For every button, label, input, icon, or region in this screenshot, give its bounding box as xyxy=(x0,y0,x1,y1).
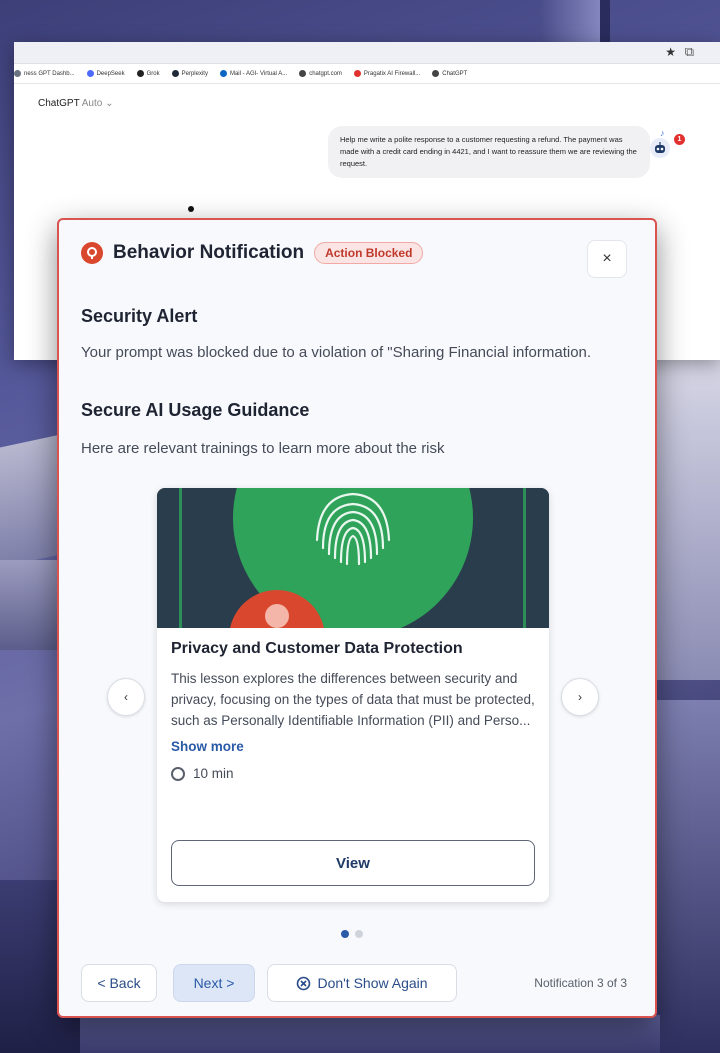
bookmark-label: Mail - AGI- Virtual A... xyxy=(229,70,288,77)
view-training-button[interactable]: View xyxy=(171,840,535,886)
model-selector[interactable]: ChatGPT Auto ⌄ xyxy=(38,98,113,109)
robot-icon xyxy=(655,142,665,153)
behavior-notification-dialog: Behavior Notification Action Blocked × S… xyxy=(57,218,657,1018)
chevron-down-icon: ⌄ xyxy=(105,98,114,109)
background-block xyxy=(0,560,60,650)
background-block xyxy=(655,360,720,680)
bookmark-label: ChatGPT xyxy=(442,70,468,77)
bookmark-label: Perplexity xyxy=(181,70,208,77)
bookmark-item[interactable]: chatgpt.com xyxy=(299,70,342,77)
address-bar[interactable]: ★ ⧉ xyxy=(14,42,720,64)
music-note-icon: ♪ xyxy=(660,128,665,138)
bookmark-item[interactable]: ChatGPT xyxy=(432,70,467,77)
bookmark-label: Pragatix AI Firewall... xyxy=(363,70,421,77)
duration-text: 10 min xyxy=(193,766,234,781)
bookmark-favicon-icon xyxy=(171,70,179,77)
training-card-body: Privacy and Customer Data Protection Thi… xyxy=(171,640,535,781)
status-badge: Action Blocked xyxy=(314,242,424,264)
bookmark-item[interactable]: Grok xyxy=(136,70,160,77)
close-button[interactable]: × xyxy=(587,240,627,278)
training-card: Privacy and Customer Data Protection Thi… xyxy=(157,488,549,902)
training-card-image xyxy=(157,488,549,628)
brand-logo-icon xyxy=(81,242,103,264)
carousel-next-button[interactable]: › xyxy=(561,678,599,716)
bookmark-star-icon[interactable]: ★ xyxy=(665,45,676,59)
chevron-left-icon: ‹ xyxy=(124,690,128,704)
bookmark-item[interactable]: ness GPT Dashb... xyxy=(14,70,75,77)
security-alert-text: Your prompt was blocked due to a violati… xyxy=(81,344,592,361)
model-name: ChatGPT xyxy=(38,98,80,109)
notification-counter: Notification 3 of 3 xyxy=(534,976,627,990)
carousel-prev-button[interactable]: ‹ xyxy=(107,678,145,716)
pagination-dot[interactable] xyxy=(341,930,349,938)
clock-icon xyxy=(171,766,185,781)
dialog-title: Behavior Notification xyxy=(113,242,305,263)
close-icon: × xyxy=(602,250,612,267)
bookmark-item[interactable]: Pragatix AI Firewall... xyxy=(353,70,421,77)
bookmark-label: ness GPT Dashb... xyxy=(24,70,75,77)
guidance-text: Here are relevant trainings to learn mor… xyxy=(81,440,445,457)
training-description: This lesson explores the differences bet… xyxy=(171,671,535,728)
bookmark-item[interactable]: Mail - AGI- Virtual A... xyxy=(219,70,288,77)
dont-show-again-button[interactable]: Don't Show Again xyxy=(267,964,457,1002)
model-mode: Auto xyxy=(81,98,103,109)
bookmark-favicon-icon xyxy=(353,70,361,77)
notification-badge: 1 xyxy=(674,134,685,145)
user-message: Help me write a polite response to a cus… xyxy=(328,126,650,178)
training-title: Privacy and Customer Data Protection xyxy=(171,640,463,657)
bookmark-favicon-icon xyxy=(14,70,21,77)
bookmark-label: Grok xyxy=(146,70,160,77)
assistant-extension-icon[interactable] xyxy=(650,138,670,158)
guidance-heading: Secure AI Usage Guidance xyxy=(81,400,310,420)
bookmark-favicon-icon xyxy=(432,70,440,77)
bookmark-label: chatgpt.com xyxy=(309,70,342,77)
mouse-cursor xyxy=(188,206,194,212)
dont-show-again-label: Don't Show Again xyxy=(317,975,428,991)
security-alert-heading: Security Alert xyxy=(81,306,198,326)
dismiss-circle-icon xyxy=(297,976,311,990)
extensions-icon[interactable]: ⧉ xyxy=(685,44,694,60)
bookmark-favicon-icon xyxy=(219,70,227,77)
pagination-dot[interactable] xyxy=(355,930,363,938)
bookmark-item[interactable]: Perplexity xyxy=(171,70,208,77)
training-duration: 10 min xyxy=(171,766,535,781)
background-floor xyxy=(80,1015,660,1053)
bookmark-favicon-icon xyxy=(136,70,144,77)
next-button[interactable]: Next > xyxy=(173,964,255,1002)
background-block xyxy=(655,700,720,1053)
dialog-header: Behavior Notification Action Blocked xyxy=(81,242,424,264)
bookmarks-bar: ness GPT Dashb... DeepSeek Grok Perplexity M… xyxy=(14,64,720,84)
show-more-link[interactable]: Show more xyxy=(171,739,535,754)
bookmark-favicon-icon xyxy=(299,70,307,77)
bookmark-item[interactable]: DeepSeek xyxy=(86,70,125,77)
back-button[interactable]: < Back xyxy=(81,964,157,1002)
bookmark-favicon-icon xyxy=(86,70,94,77)
carousel-pagination xyxy=(341,930,363,938)
bookmark-label: DeepSeek xyxy=(96,70,125,77)
chevron-right-icon: › xyxy=(578,690,582,704)
